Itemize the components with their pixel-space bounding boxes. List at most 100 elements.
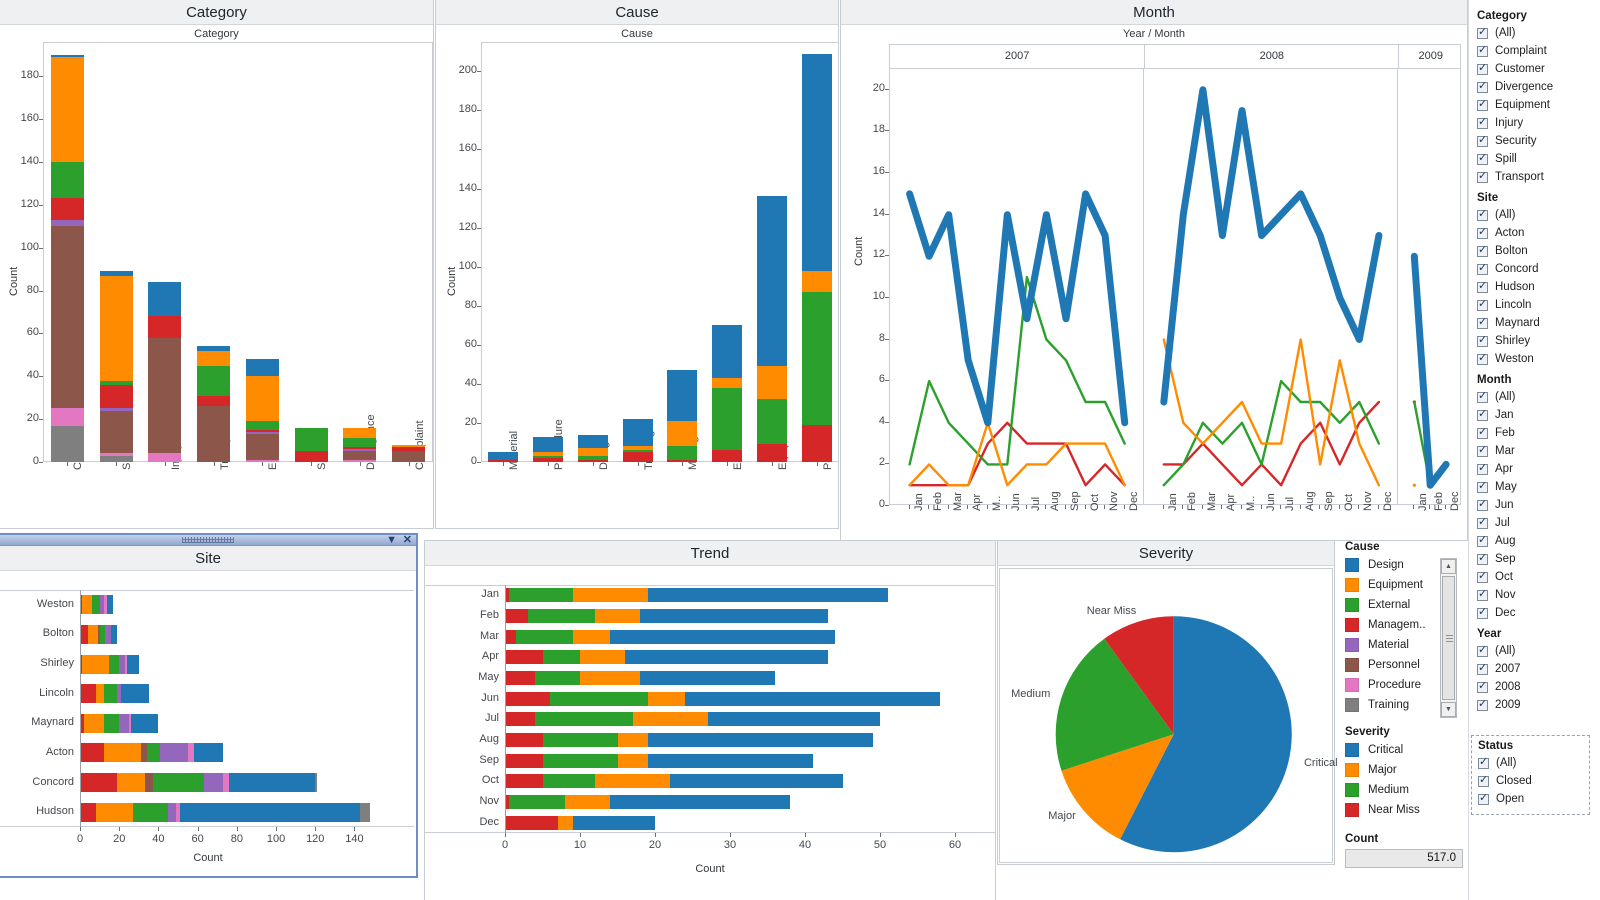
bar-segment[interactable]	[505, 733, 543, 747]
checkbox-checked-icon[interactable]	[1477, 318, 1488, 329]
bar-segment[interactable]	[648, 588, 888, 602]
checkbox-checked-icon[interactable]	[1477, 700, 1488, 711]
filter-item-category-all[interactable]: (All)	[1477, 24, 1600, 42]
bar-segment[interactable]	[757, 399, 787, 444]
bar-segment[interactable]	[610, 630, 835, 644]
bar-segment[interactable]	[528, 609, 596, 623]
bar-segment[interactable]	[104, 743, 141, 762]
checkbox-checked-icon[interactable]	[1477, 228, 1488, 239]
bar-segment[interactable]	[148, 316, 181, 337]
bar-segment[interactable]	[505, 692, 550, 706]
filter-item-month-sep[interactable]: Sep	[1477, 550, 1600, 568]
bar-segment[interactable]	[535, 671, 580, 685]
month-plot-area[interactable]	[889, 68, 1461, 505]
bar-segment[interactable]	[533, 456, 563, 458]
bar-segment[interactable]	[343, 447, 376, 449]
bar-segment[interactable]	[667, 446, 697, 460]
checkbox-checked-icon[interactable]	[1477, 172, 1488, 183]
bar-segment[interactable]	[315, 773, 317, 792]
checkbox-checked-icon[interactable]	[1477, 392, 1488, 403]
legend-item-severity-major[interactable]: Major	[1345, 760, 1467, 780]
window-menu-chevron-icon[interactable]: ▼	[386, 534, 397, 546]
bar-segment[interactable]	[535, 712, 633, 726]
checkbox-checked-icon[interactable]	[1477, 28, 1488, 39]
bar-segment[interactable]	[148, 282, 181, 316]
bar-segment[interactable]	[246, 460, 279, 462]
bar-segment[interactable]	[229, 773, 315, 792]
scroll-down-arrow-icon[interactable]: ▼	[1441, 702, 1456, 717]
checkbox-checked-icon[interactable]	[1477, 536, 1488, 547]
bar-segment[interactable]	[51, 57, 84, 162]
filter-item-site-lincoln[interactable]: Lincoln	[1477, 296, 1600, 314]
checkbox-checked-icon[interactable]	[1477, 300, 1488, 311]
bar-segment[interactable]	[712, 378, 742, 388]
filter-item-site-acton[interactable]: Acton	[1477, 224, 1600, 242]
bar-segment[interactable]	[802, 271, 832, 292]
checkbox-checked-icon[interactable]	[1477, 500, 1488, 511]
checkbox-checked-icon[interactable]	[1478, 758, 1489, 769]
checkbox-checked-icon[interactable]	[1477, 100, 1488, 111]
bar-segment[interactable]	[88, 625, 98, 644]
bar-segment[interactable]	[757, 196, 787, 366]
bar-segment[interactable]	[505, 774, 543, 788]
checkbox-checked-icon[interactable]	[1477, 46, 1488, 57]
bar-segment[interactable]	[160, 743, 187, 762]
bar-segment[interactable]	[131, 714, 158, 733]
bar-segment[interactable]	[573, 816, 656, 830]
bar-segment[interactable]	[712, 325, 742, 378]
bar-segment[interactable]	[82, 595, 92, 614]
checkbox-checked-icon[interactable]	[1477, 608, 1488, 619]
bar-segment[interactable]	[623, 452, 653, 462]
filter-item-month-jun[interactable]: Jun	[1477, 496, 1600, 514]
bar-segment[interactable]	[550, 692, 648, 706]
bar-segment[interactable]	[488, 460, 518, 462]
filter-item-month-nov[interactable]: Nov	[1477, 586, 1600, 604]
bar-segment[interactable]	[685, 692, 940, 706]
bar-segment[interactable]	[197, 346, 230, 350]
bar-segment[interactable]	[670, 774, 843, 788]
severity-plot-area[interactable]: CriticalMajorMediumNear Miss	[999, 568, 1333, 863]
filter-item-month-oct[interactable]: Oct	[1477, 568, 1600, 586]
bar-segment[interactable]	[667, 370, 697, 421]
filter-item-site-all[interactable]: (All)	[1477, 206, 1600, 224]
bar-segment[interactable]	[648, 692, 686, 706]
checkbox-checked-icon[interactable]	[1477, 682, 1488, 693]
bar-segment[interactable]	[648, 733, 873, 747]
filter-item-status-all[interactable]: (All)	[1478, 754, 1583, 772]
bar-segment[interactable]	[543, 733, 618, 747]
bar-segment[interactable]	[623, 419, 653, 446]
bar-segment[interactable]	[84, 714, 104, 733]
checkbox-checked-icon[interactable]	[1477, 482, 1488, 493]
bar-segment[interactable]	[595, 774, 670, 788]
bar-segment[interactable]	[100, 276, 133, 381]
checkbox-checked-icon[interactable]	[1477, 446, 1488, 457]
bar-segment[interactable]	[802, 54, 832, 271]
filter-item-category-divergence[interactable]: Divergence	[1477, 78, 1600, 96]
bar-segment[interactable]	[392, 451, 425, 462]
checkbox-checked-icon[interactable]	[1477, 118, 1488, 129]
bar-segment[interactable]	[246, 434, 279, 460]
bar-segment[interactable]	[648, 754, 813, 768]
bar-segment[interactable]	[82, 655, 109, 674]
bar-segment[interactable]	[148, 453, 181, 462]
bar-segment[interactable]	[505, 816, 558, 830]
bar-segment[interactable]	[80, 684, 96, 703]
bar-segment[interactable]	[100, 408, 133, 410]
checkbox-checked-icon[interactable]	[1477, 136, 1488, 147]
scrollbar-thumb[interactable]	[1442, 576, 1455, 700]
site-window-titlebar[interactable]: ▼ ✕	[0, 535, 416, 546]
filter-item-month-jan[interactable]: Jan	[1477, 406, 1600, 424]
checkbox-checked-icon[interactable]	[1477, 590, 1488, 601]
bar-segment[interactable]	[580, 671, 640, 685]
cause-legend-scrollbar[interactable]: ▲ ▼	[1440, 558, 1457, 718]
bar-segment[interactable]	[543, 754, 618, 768]
bar-segment[interactable]	[712, 388, 742, 451]
bar-segment[interactable]	[757, 444, 787, 462]
bar-segment[interactable]	[558, 816, 573, 830]
bar-segment[interactable]	[623, 450, 653, 452]
bar-segment[interactable]	[133, 803, 168, 822]
bar-segment[interactable]	[104, 714, 120, 733]
checkbox-checked-icon[interactable]	[1477, 428, 1488, 439]
bar-segment[interactable]	[127, 655, 139, 674]
bar-segment[interactable]	[488, 452, 518, 460]
